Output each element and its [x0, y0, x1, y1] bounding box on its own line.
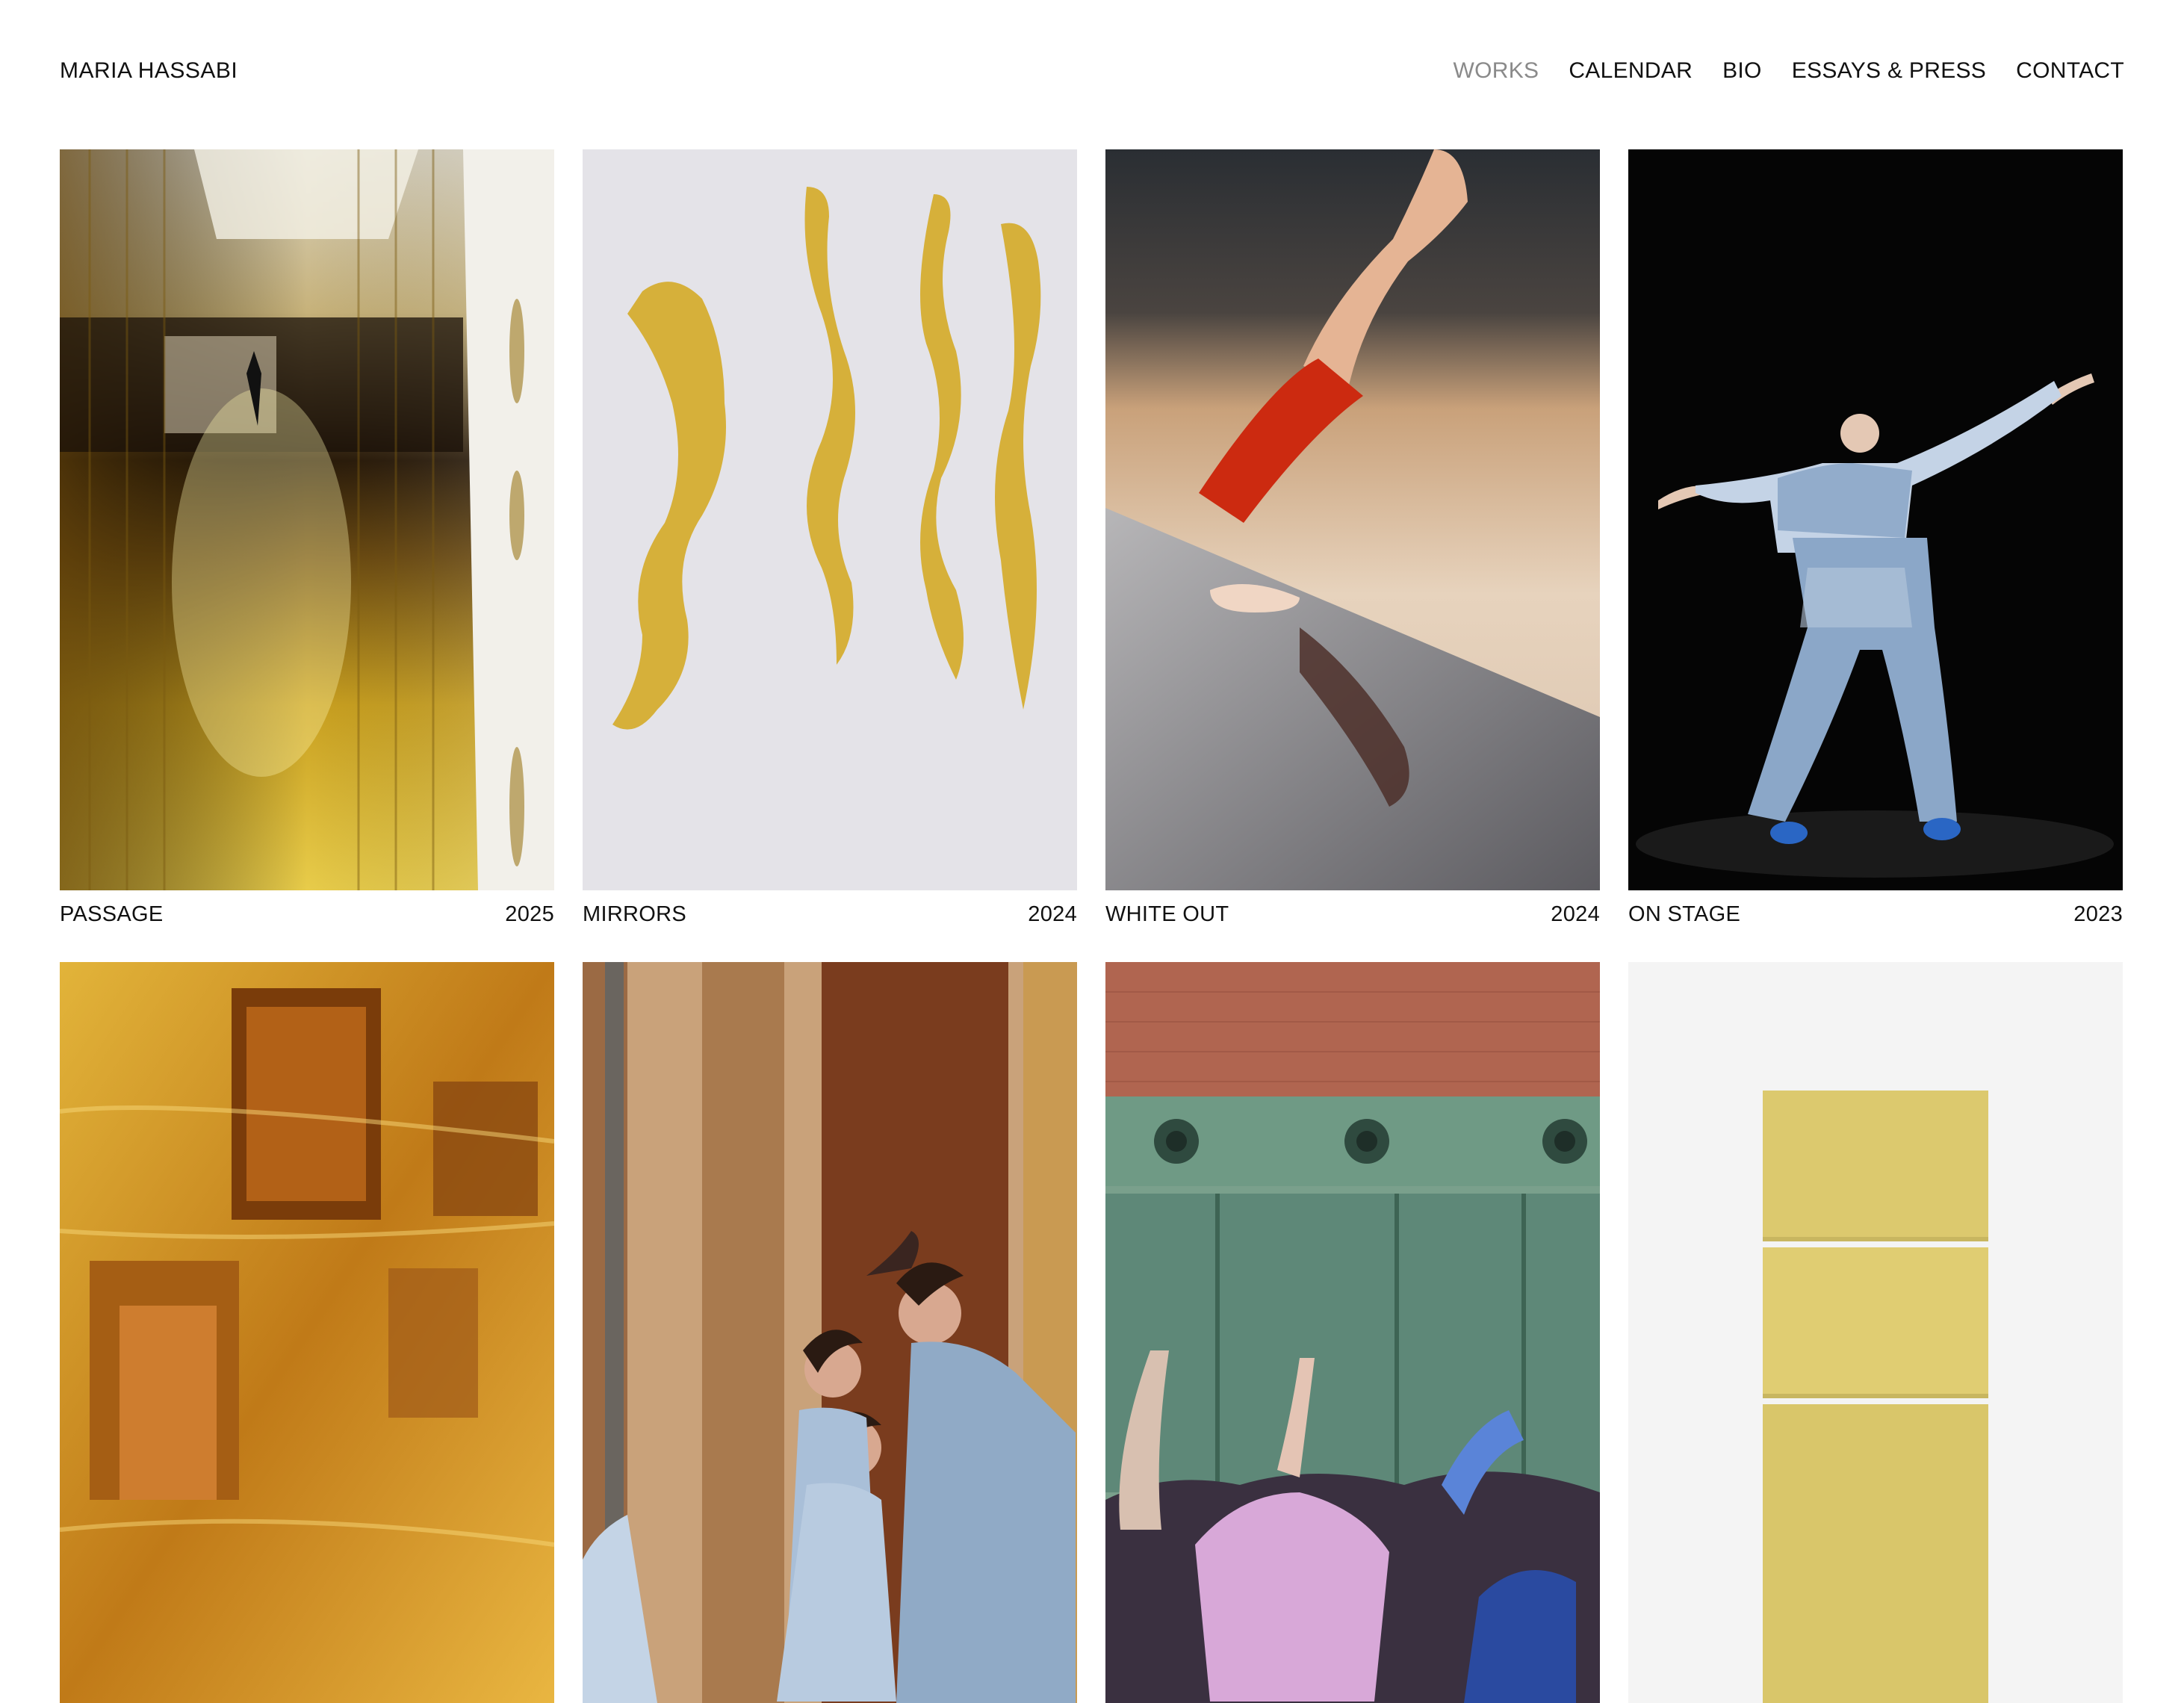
- work-caption: PASSAGE 2025: [60, 890, 554, 928]
- work-card-8[interactable]: [1628, 962, 2123, 1703]
- nav-item-works[interactable]: WORKS: [1453, 58, 1539, 84]
- work-year: 2025: [505, 902, 554, 926]
- work-image-8: [1628, 962, 2123, 1703]
- work-caption: WHITE OUT 2024: [1105, 890, 1600, 928]
- nav-item-contact[interactable]: CONTACT: [2016, 58, 2124, 84]
- work-title: MIRRORS: [583, 902, 687, 926]
- work-image-white-out: [1105, 149, 1600, 890]
- work-year: 2024: [1551, 902, 1600, 926]
- work-card-white-out[interactable]: WHITE OUT 2024: [1105, 149, 1600, 928]
- work-title: PASSAGE: [60, 902, 164, 926]
- work-image-on-stage: [1628, 149, 2123, 890]
- site-title-link[interactable]: MARIA HASSABI: [60, 58, 238, 84]
- main-nav: WORKS CALENDAR BIO ESSAYS & PRESS CONTAC…: [1453, 58, 2124, 84]
- works-grid: PASSAGE 2025 MIRRORS 2024 WHITE OUT 2024…: [60, 149, 2124, 1703]
- nav-item-essays-press[interactable]: ESSAYS & PRESS: [1792, 58, 1986, 84]
- work-card-mirrors[interactable]: MIRRORS 2024: [583, 149, 1077, 928]
- work-card-5[interactable]: [60, 962, 554, 1703]
- site-header: MARIA HASSABI WORKS CALENDAR BIO ESSAYS …: [0, 0, 2184, 142]
- nav-item-calendar[interactable]: CALENDAR: [1569, 58, 1693, 84]
- work-card-6[interactable]: [583, 962, 1077, 1703]
- work-image-passage: [60, 149, 554, 890]
- work-title: ON STAGE: [1628, 902, 1741, 926]
- work-year: 2024: [1028, 902, 1077, 926]
- work-image-mirrors: [583, 149, 1077, 890]
- work-caption: ON STAGE 2023: [1628, 890, 2123, 928]
- work-title: WHITE OUT: [1105, 902, 1229, 926]
- work-image-7: [1105, 962, 1600, 1703]
- work-card-passage[interactable]: PASSAGE 2025: [60, 149, 554, 928]
- work-image-6: [583, 962, 1077, 1703]
- work-year: 2023: [2073, 902, 2123, 926]
- work-image-5: [60, 962, 554, 1703]
- nav-item-bio[interactable]: BIO: [1722, 58, 1762, 84]
- work-caption: MIRRORS 2024: [583, 890, 1077, 928]
- work-card-7[interactable]: [1105, 962, 1600, 1703]
- work-card-on-stage[interactable]: ON STAGE 2023: [1628, 149, 2123, 928]
